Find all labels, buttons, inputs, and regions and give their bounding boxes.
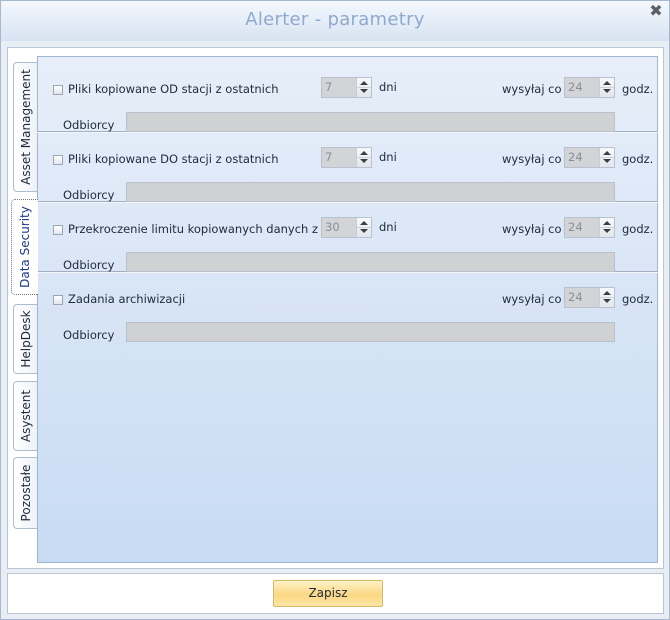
window-title: Alerter - parametry: [245, 9, 425, 30]
send-every-label: wysyłaj co: [502, 222, 562, 236]
tab-data-security[interactable]: Data Security: [11, 199, 38, 295]
hours-unit-label: godz.: [622, 82, 654, 96]
tab-label: Pozostałe: [18, 464, 33, 522]
title-bar: Alerter - parametry ✖: [1, 1, 669, 41]
alert-checkbox[interactable]: [53, 295, 63, 305]
tab-label: HelpDesk: [18, 310, 33, 368]
days-value: 30: [325, 220, 340, 234]
tab-pozostale[interactable]: Pozostałe: [13, 457, 37, 529]
days-value: 7: [325, 80, 333, 94]
days-unit-label: dni: [379, 220, 397, 234]
hours-value: 24: [568, 290, 583, 304]
send-every-label: wysyłaj co: [502, 152, 562, 166]
arrow-up-icon[interactable]: [603, 81, 611, 85]
hours-stepper[interactable]: 24: [564, 217, 615, 238]
arrow-up-icon[interactable]: [360, 221, 368, 225]
days-stepper[interactable]: 30: [321, 217, 372, 238]
tab-asset-management[interactable]: Asset Management: [13, 62, 37, 192]
arrow-down-icon[interactable]: [603, 299, 611, 303]
send-every-label: wysyłaj co: [502, 82, 562, 96]
alert-section-files-from-station: Pliki kopiowane OD stacji z ostatnich 7 …: [37, 62, 658, 133]
alert-label: Przekroczenie limitu kopiowanych danych …: [68, 222, 319, 236]
hours-stepper[interactable]: 24: [564, 287, 615, 308]
alert-label: Pliki kopiowane DO stacji z ostatnich: [68, 152, 279, 166]
hours-value: 24: [568, 80, 583, 94]
arrow-down-icon[interactable]: [603, 229, 611, 233]
alert-section-files-to-station: Pliki kopiowane DO stacji z ostatnich 7 …: [37, 132, 658, 203]
hours-stepper[interactable]: 24: [564, 147, 615, 168]
hours-stepper[interactable]: 24: [564, 77, 615, 98]
stepper-arrows[interactable]: [599, 78, 614, 97]
recipients-label: Odbiorcy: [63, 188, 115, 202]
alert-checkbox[interactable]: [53, 155, 63, 165]
send-every-label: wysyłaj co: [502, 292, 562, 306]
arrow-down-icon[interactable]: [603, 89, 611, 93]
stepper-arrows[interactable]: [356, 78, 371, 97]
hours-unit-label: godz.: [622, 292, 654, 306]
days-unit-label: dni: [379, 150, 397, 164]
stepper-arrows[interactable]: [356, 218, 371, 237]
arrow-up-icon[interactable]: [603, 221, 611, 225]
close-icon[interactable]: ✖: [649, 3, 663, 19]
recipients-label: Odbiorcy: [63, 328, 115, 342]
hours-unit-label: godz.: [622, 222, 654, 236]
footer-bar: Zapisz: [7, 573, 664, 614]
days-stepper[interactable]: 7: [321, 77, 372, 98]
alert-checkbox[interactable]: [53, 85, 63, 95]
tab-label: Asset Management: [18, 69, 33, 185]
alert-checkbox[interactable]: [53, 225, 63, 235]
arrow-up-icon[interactable]: [603, 291, 611, 295]
arrow-up-icon[interactable]: [360, 151, 368, 155]
hours-value: 24: [568, 220, 583, 234]
days-value: 7: [325, 150, 333, 164]
alert-section-archiving-tasks: Zadania archiwizacji wysyłaj co 24 godz.…: [37, 272, 658, 342]
hours-value: 24: [568, 150, 583, 164]
arrow-down-icon[interactable]: [360, 229, 368, 233]
tab-label: Asystent: [18, 389, 33, 443]
recipients-field[interactable]: [126, 112, 615, 132]
tab-label: Data Security: [18, 206, 32, 288]
days-stepper[interactable]: 7: [321, 147, 372, 168]
arrow-down-icon[interactable]: [603, 159, 611, 163]
save-button[interactable]: Zapisz: [273, 580, 383, 607]
recipients-field[interactable]: [126, 322, 615, 342]
hours-unit-label: godz.: [622, 152, 654, 166]
recipients-field[interactable]: [126, 182, 615, 202]
arrow-down-icon[interactable]: [360, 89, 368, 93]
stepper-arrows[interactable]: [356, 148, 371, 167]
recipients-field[interactable]: [126, 252, 615, 272]
tab-helpdesk[interactable]: HelpDesk: [13, 304, 37, 374]
alert-label: Pliki kopiowane OD stacji z ostatnich: [68, 82, 279, 96]
arrow-down-icon[interactable]: [360, 159, 368, 163]
days-unit-label: dni: [379, 80, 397, 94]
recipients-label: Odbiorcy: [63, 118, 115, 132]
alerter-window: Alerter - parametry ✖ Asset Management D…: [0, 0, 670, 620]
stepper-arrows[interactable]: [599, 288, 614, 307]
stepper-arrows[interactable]: [599, 148, 614, 167]
tab-asystent[interactable]: Asystent: [13, 381, 37, 451]
recipients-label: Odbiorcy: [63, 258, 115, 272]
stepper-arrows[interactable]: [599, 218, 614, 237]
alert-section-copy-limit: Przekroczenie limitu kopiowanych danych …: [37, 202, 658, 273]
arrow-up-icon[interactable]: [360, 81, 368, 85]
arrow-up-icon[interactable]: [603, 151, 611, 155]
alert-label: Zadania archiwizacji: [68, 292, 186, 306]
